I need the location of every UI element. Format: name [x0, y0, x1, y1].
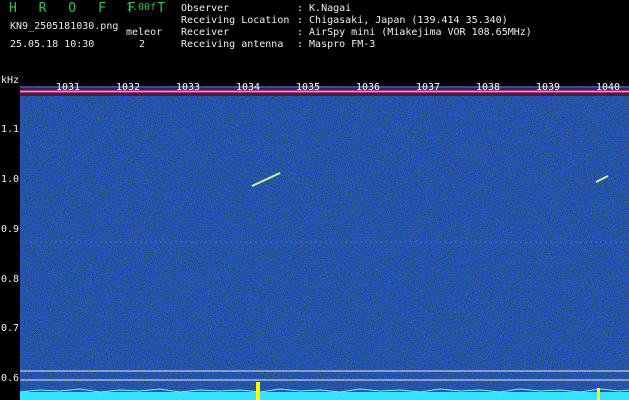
y-axis-unit: kHz: [1, 75, 20, 86]
receiver-value: : AirSpy mini (Miakejima VOR 108.65MHz): [297, 27, 532, 38]
receiver-label: Receiver: [181, 27, 230, 38]
time-tick-label: 1036: [356, 82, 381, 93]
time-tick-label: 1035: [296, 82, 321, 93]
y-tick-label: 0.9: [1, 224, 20, 235]
antenna-value: : Maspro FM-3: [297, 39, 376, 50]
antenna-label: Receiving antenna: [181, 39, 284, 50]
observer-value: : K.Nagai: [297, 3, 352, 14]
time-tick-label: 1039: [536, 82, 561, 93]
time-tick-label: 1040: [596, 82, 621, 93]
date-time: 25.05.18 10:30: [10, 39, 95, 50]
time-tick-label: 1034: [236, 82, 261, 93]
location-label: Receiving Location: [181, 15, 290, 26]
time-tick-label: 1033: [176, 82, 201, 93]
signal-baseline: [20, 392, 629, 400]
spectrogram-plot: [20, 86, 629, 400]
time-tick-label: 1038: [476, 82, 501, 93]
mode-label: meleor: [126, 27, 163, 38]
mode-value: 2: [139, 39, 146, 50]
y-tick-label: 1.0: [1, 174, 20, 185]
signal-spike: [597, 388, 600, 400]
signal-spike: [256, 382, 260, 400]
y-tick-label: 0.8: [1, 274, 20, 285]
noise-speckle-layer: [20, 86, 629, 400]
time-tick-label: 1037: [416, 82, 441, 93]
version-label: 1.00f: [126, 2, 157, 13]
observer-label: Observer: [181, 3, 230, 14]
y-tick-label: 0.6: [1, 373, 20, 384]
y-tick-label: 0.7: [1, 323, 20, 334]
time-tick-label: 1032: [116, 82, 141, 93]
location-value: : Chigasaki, Japan (139.414 35.340): [297, 15, 508, 26]
header-panel: H R O F F T 1.00f KN9_2505181030.png mel…: [0, 0, 629, 76]
time-tick-label: 1031: [56, 82, 81, 93]
file-name: KN9_2505181030.png: [10, 21, 119, 32]
y-tick-label: 1.1: [1, 124, 20, 135]
